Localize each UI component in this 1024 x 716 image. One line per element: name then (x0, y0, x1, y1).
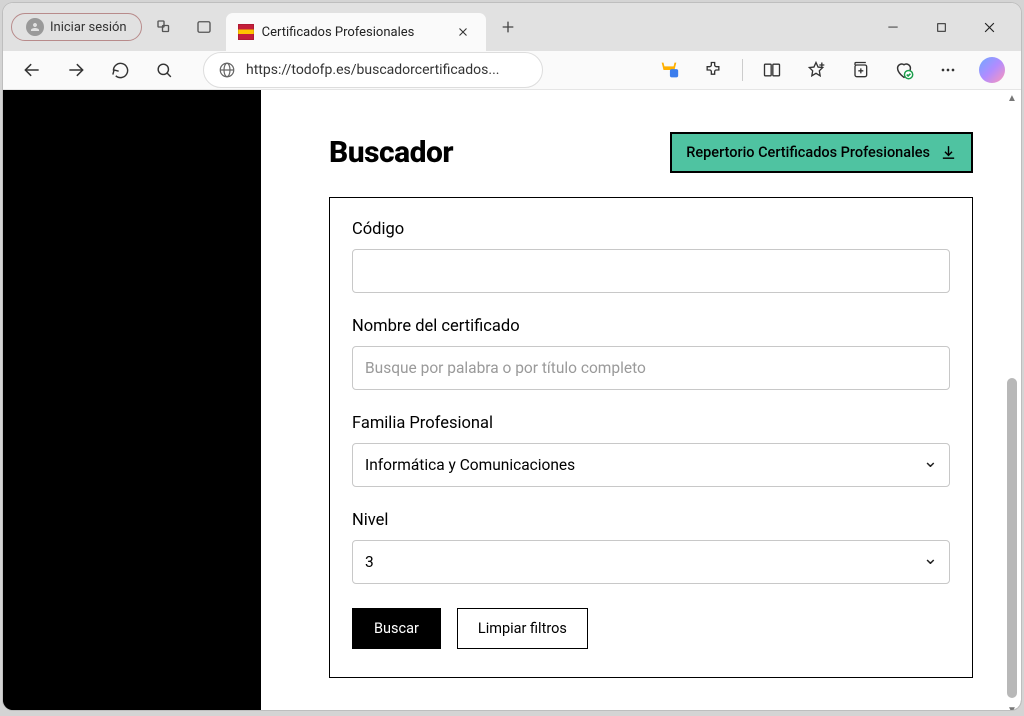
favorites-button[interactable] (797, 51, 835, 89)
repertorio-button[interactable]: Repertorio Certificados Profesionales (670, 132, 973, 173)
user-avatar-icon (26, 18, 44, 36)
scroll-down-arrow[interactable]: ▼ (1005, 702, 1019, 710)
address-bar[interactable]: https://todofp.es/buscadorcertificados..… (203, 52, 543, 88)
search-form: Código Nombre del certificado Familia Pr… (329, 197, 973, 678)
tab-actions-button[interactable] (186, 9, 222, 45)
page-header: Buscador Repertorio Certificados Profesi… (329, 132, 973, 173)
page-title: Buscador (329, 135, 453, 170)
scrollbar[interactable]: ▲ ▼ (1005, 90, 1019, 710)
limpiar-button[interactable]: Limpiar filtros (457, 608, 588, 649)
codigo-label: Código (352, 220, 950, 239)
dark-panel (3, 90, 261, 710)
window-minimize-button[interactable] (869, 5, 917, 49)
titlebar: Iniciar sesión Certificados Profesionale… (3, 3, 1021, 51)
content-area: Buscador Repertorio Certificados Profesi… (3, 90, 1021, 710)
split-screen-button[interactable] (753, 51, 791, 89)
nivel-label: Nivel (352, 511, 950, 530)
toolbar: https://todofp.es/buscadorcertificados..… (3, 51, 1021, 90)
health-button[interactable] (885, 51, 923, 89)
tab-title: Certificados Profesionales (262, 25, 444, 40)
tab-favicon (238, 24, 254, 40)
window-controls (869, 5, 1013, 49)
more-button[interactable] (929, 51, 967, 89)
collections-button[interactable] (841, 51, 879, 89)
window-close-button[interactable] (965, 5, 1013, 49)
toolbar-divider (742, 59, 743, 81)
codigo-input[interactable] (352, 249, 950, 293)
shopping-icon[interactable] (650, 51, 688, 89)
url-text: https://todofp.es/buscadorcertificados..… (246, 62, 499, 78)
sign-in-button[interactable]: Iniciar sesión (11, 13, 142, 41)
repertorio-label: Repertorio Certificados Profesionales (686, 144, 930, 161)
scroll-thumb[interactable] (1007, 378, 1017, 698)
tab-close-button[interactable] (452, 21, 474, 43)
nombre-label: Nombre del certificado (352, 317, 950, 336)
copilot-button[interactable] (973, 51, 1011, 89)
site-info-icon (218, 61, 236, 79)
search-button[interactable] (145, 51, 183, 89)
forward-button[interactable] (57, 51, 95, 89)
nivel-select[interactable]: 3 (352, 540, 950, 584)
buscar-button[interactable]: Buscar (352, 608, 441, 649)
familia-label: Familia Profesional (352, 414, 950, 433)
browser-window: Iniciar sesión Certificados Profesionale… (3, 3, 1021, 710)
scroll-up-arrow[interactable]: ▲ (1005, 90, 1019, 106)
download-icon (940, 144, 957, 161)
window-maximize-button[interactable] (917, 5, 965, 49)
extensions-button[interactable] (694, 51, 732, 89)
familia-select[interactable]: Informática y Comunicaciones (352, 443, 950, 487)
refresh-button[interactable] (101, 51, 139, 89)
copilot-icon (979, 57, 1005, 83)
workspaces-button[interactable] (146, 9, 182, 45)
sign-in-label: Iniciar sesión (50, 20, 127, 35)
new-tab-button[interactable] (490, 9, 526, 45)
scroll-track[interactable] (1006, 108, 1018, 700)
nombre-input[interactable] (352, 346, 950, 390)
page-panel: Buscador Repertorio Certificados Profesi… (261, 90, 1021, 710)
back-button[interactable] (13, 51, 51, 89)
browser-tab[interactable]: Certificados Profesionales (226, 13, 486, 51)
